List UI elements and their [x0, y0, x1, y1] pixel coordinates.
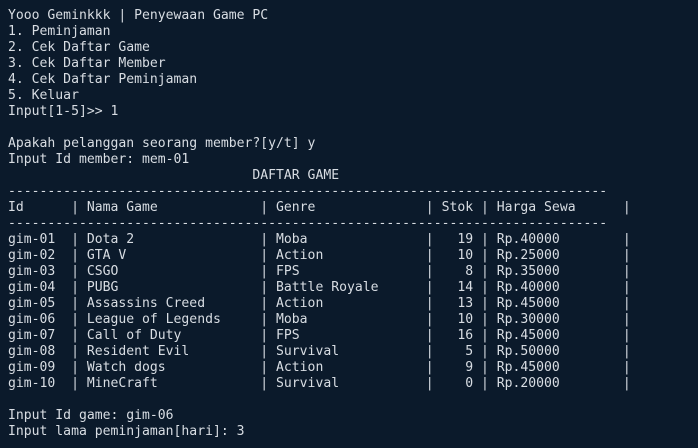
table-title: DAFTAR GAME [8, 168, 340, 183]
table-header-rule: ----------------------------------------… [8, 216, 608, 231]
table-row: gim-09 | Watch dogs | Action | 9 | Rp.45… [8, 360, 631, 375]
menu-item-cek-daftar-peminjaman: 4. Cek Daftar Peminjaman [8, 72, 198, 87]
table-header-row: Id | Nama Game | Genre | Stok | Harga Se… [8, 200, 631, 215]
game-id-prompt: Input Id game: gim-06 [8, 408, 174, 423]
table-row: gim-05 | Assassins Creed | Action | 13 |… [8, 296, 631, 311]
member-id-prompt: Input Id member: mem-01 [8, 152, 190, 167]
menu-item-keluar: 5. Keluar [8, 88, 79, 103]
app-title-line: Yooo Geminkkk | Penyewaan Game PC [8, 8, 269, 23]
table-row: gim-10 | MineCraft | Survival | 0 | Rp.2… [8, 376, 631, 391]
table-row: gim-01 | Dota 2 | Moba | 19 | Rp.40000 | [8, 232, 631, 247]
terminal-window[interactable]: Yooo Geminkkk | Penyewaan Game PC 1. Pem… [0, 0, 698, 448]
duration-prompt: Input lama peminjaman[hari]: 3 [8, 424, 245, 439]
menu-item-cek-daftar-member: 3. Cek Daftar Member [8, 56, 166, 71]
table-row: gim-03 | CSGO | FPS | 8 | Rp.35000 | [8, 264, 631, 279]
table-top-rule: ----------------------------------------… [8, 184, 608, 199]
table-row: gim-08 | Resident Evil | Survival | 5 | … [8, 344, 631, 359]
table-row: gim-06 | League of Legends | Moba | 10 |… [8, 312, 631, 327]
menu-item-cek-daftar-game: 2. Cek Daftar Game [8, 40, 150, 55]
table-row: gim-07 | Call of Duty | FPS | 16 | Rp.45… [8, 328, 631, 343]
member-question-prompt: Apakah pelanggan seorang member?[y/t] y [8, 136, 316, 151]
table-row: gim-04 | PUBG | Battle Royale | 14 | Rp.… [8, 280, 631, 295]
table-row: gim-02 | GTA V | Action | 10 | Rp.25000 … [8, 248, 631, 263]
menu-item-peminjaman: 1. Peminjaman [8, 24, 111, 39]
menu-input-prompt: Input[1-5]>> 1 [8, 104, 119, 119]
